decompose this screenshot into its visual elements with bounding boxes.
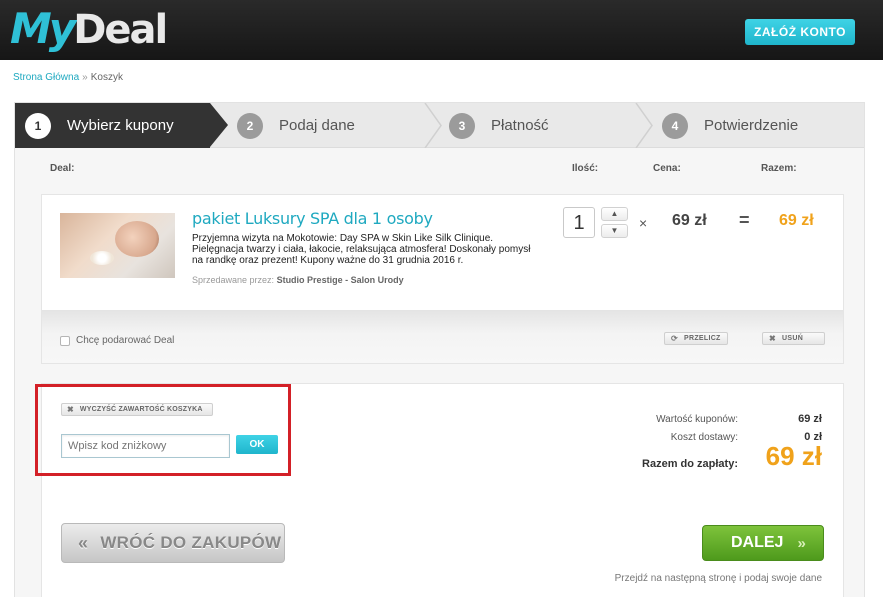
seller-prefix: Sprzedawane przez: (192, 275, 275, 285)
deal-seller: Sprzedawane przez: Studio Prestige - Sal… (192, 275, 404, 285)
breadcrumb-current: Koszyk (90, 72, 123, 83)
step-active-arrow (210, 103, 228, 147)
deal-description: Przyjemna wizyta na Mokotowie: Day SPA w… (192, 233, 531, 266)
column-deal: Deal: (50, 163, 75, 174)
step-4-number: 4 (662, 112, 688, 139)
shipping-label: Koszt dostawy: (670, 432, 738, 443)
times-sign: × (639, 215, 648, 231)
quantity-decrease-button[interactable]: ▼ (601, 224, 628, 238)
close-icon: ✖ (67, 405, 74, 414)
to-pay-label: Razem do zapłaty: (642, 458, 738, 470)
logo-my: My (10, 4, 76, 53)
recalculate-button[interactable]: ⟳ PRZELICZ (664, 332, 728, 345)
quantity-increase-button[interactable]: ▲ (601, 207, 628, 221)
double-chevron-left-icon: « (78, 532, 89, 553)
step-1-label: Wybierz kupony (67, 117, 174, 134)
deal-image-face (115, 221, 159, 257)
checkout-steps: 1 Wybierz kupony 2 Podaj dane 3 Płatność… (15, 103, 864, 148)
clear-cart-button[interactable]: ✖ WYCZYŚĆ ZAWARTOŚĆ KOSZYKA (61, 403, 213, 416)
column-quantity: Ilość: (572, 163, 599, 174)
unit-price: 69 zł (672, 212, 707, 229)
next-step-note: Przejdź na następną stronę i podaj swoje… (614, 573, 822, 584)
discount-code-input[interactable] (61, 434, 230, 458)
deal-title-link[interactable]: pakiet Luksury SPA dla 1 osoby (192, 209, 433, 228)
step-separator-icon (424, 103, 442, 148)
next-label: DALEJ (731, 534, 784, 551)
step-2-label: Podaj dane (279, 117, 355, 134)
create-account-button[interactable]: ZAŁÓŻ KONTO (745, 19, 855, 45)
back-to-shopping-button[interactable]: « WRÓĆ DO ZAKUPÓW (61, 523, 285, 563)
gift-label: Chcę podarować Deal (76, 335, 175, 346)
to-pay-value: 69 zł (765, 441, 822, 471)
seller-name: Studio Prestige - Salon Urody (276, 275, 404, 285)
step-1: 1 Wybierz kupony (15, 103, 210, 148)
recalculate-label: PRZELICZ (684, 335, 721, 342)
breadcrumb: Strona Główna» Koszyk (13, 72, 123, 83)
item-total-price: 69 zł (779, 212, 814, 229)
column-price: Cena: (653, 163, 681, 174)
chevron-down-icon: ▼ (610, 226, 619, 235)
double-chevron-right-icon: » (797, 534, 806, 552)
breadcrumb-separator: » (82, 72, 88, 83)
logo[interactable]: My Deal (10, 4, 168, 54)
remove-label: USUŃ (782, 335, 804, 342)
step-4: 4 Potwierdzenie (662, 103, 798, 148)
coupons-value-label: Wartość kuponów: (656, 414, 738, 425)
step-4-label: Potwierdzenie (704, 117, 799, 134)
column-total: Razem: (761, 163, 797, 174)
step-3-number: 3 (449, 112, 475, 139)
gift-option[interactable]: Chcę podarować Deal (60, 335, 174, 346)
step-1-number: 1 (25, 112, 51, 139)
gift-checkbox[interactable] (60, 335, 70, 346)
step-3-label: Płatność (491, 117, 549, 134)
chevron-up-icon: ▲ (610, 209, 619, 218)
step-separator-icon (635, 103, 653, 148)
back-label: WRÓĆ DO ZAKUPÓW (100, 533, 282, 552)
next-button[interactable]: DALEJ » (702, 525, 824, 561)
step-3: 3 Płatność (449, 103, 549, 148)
step-2-number: 2 (237, 112, 263, 139)
coupons-value: 69 zł (798, 413, 822, 425)
close-icon: ✖ (769, 334, 777, 343)
quantity-input[interactable]: 1 (563, 207, 595, 238)
deal-image[interactable] (60, 213, 175, 278)
cart-item: pakiet Luksury SPA dla 1 osoby Przyjemna… (41, 194, 844, 364)
deal-image-flower (90, 251, 114, 265)
coupon-highlight-frame (35, 384, 291, 476)
apply-code-button[interactable]: OK (236, 435, 278, 454)
remove-button[interactable]: ✖ USUŃ (762, 332, 825, 345)
equals-sign: = (739, 210, 750, 230)
logo-deal: Deal (73, 7, 168, 53)
site-header: My Deal ZAŁÓŻ KONTO (0, 0, 883, 60)
step-2: 2 Podaj dane (237, 103, 355, 148)
clear-cart-label: WYCZYŚĆ ZAWARTOŚĆ KOSZYKA (79, 406, 203, 413)
breadcrumb-home-link[interactable]: Strona Główna (13, 72, 79, 83)
refresh-icon: ⟳ (671, 334, 679, 343)
cart-item-footer: Chcę podarować Deal ⟳ PRZELICZ ✖ USUŃ (42, 310, 843, 363)
